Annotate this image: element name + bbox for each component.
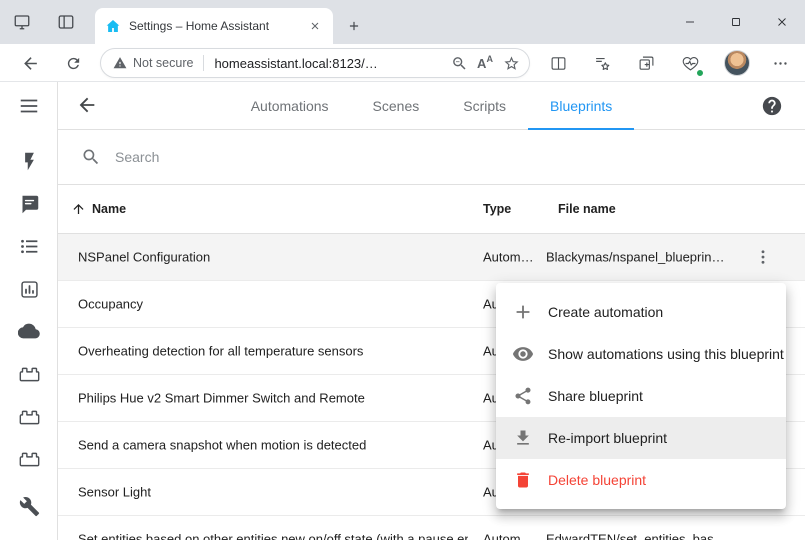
window-controls [667,0,805,44]
close-button[interactable] [759,0,805,44]
tab-title: Settings – Home Assistant [129,19,299,33]
menu-item-reimport-blueprint[interactable]: Re-import blueprint [496,417,786,459]
menu-item-label: Create automation [548,304,663,320]
table-row-nspanel[interactable]: NSPanel Configuration Autom… Blackymas/n… [58,234,805,281]
row-type: Autom… [483,250,534,265]
refresh-icon[interactable] [59,49,87,77]
plus-icon [512,301,534,323]
cloud-icon[interactable] [17,319,41,343]
energy-icon[interactable] [17,149,41,173]
tab-label: Blueprints [550,98,612,114]
maximize-button[interactable] [713,0,759,44]
row-name: Sensor Light [78,485,151,500]
menu-item-share-blueprint[interactable]: Share blueprint [496,375,786,417]
row-overflow-menu-icon[interactable] [751,245,775,269]
text-size-small-glyph: A [486,55,493,64]
sort-ascending-icon[interactable] [71,202,86,217]
back-icon[interactable] [16,49,44,77]
column-header-file[interactable]: File name [558,202,616,216]
back-arrow-icon[interactable] [76,94,100,118]
row-file: Blackymas/nspanel_blueprin… [546,250,724,265]
security-label[interactable]: Not secure [133,56,193,70]
row-name: Send a camera snapshot when motion is de… [78,438,366,453]
settings-menu-icon[interactable] [766,49,794,77]
ha-sidebar [0,82,58,540]
workspaces-icon[interactable] [12,12,32,32]
trash-icon [512,469,534,491]
text-size-icon[interactable]: AA [473,51,497,75]
row-type: Autom… [483,532,534,540]
blueprint-context-menu: Create automation Show automations using… [496,283,786,509]
browser-tab[interactable]: Settings – Home Assistant [95,8,333,44]
menu-item-create-automation[interactable]: Create automation [496,291,786,333]
tab-close-icon[interactable] [307,18,323,34]
minimize-button[interactable] [667,0,713,44]
row-name: Set entities based on other entities new… [78,532,468,540]
new-tab-button[interactable] [342,14,366,38]
text-size-large-glyph: A [477,57,486,70]
download-icon [512,427,534,449]
menu-item-label: Share blueprint [548,388,643,404]
search-input[interactable] [115,149,515,165]
browser-window: Settings – Home Assistant [0,0,805,540]
tab-scripts[interactable]: Scripts [441,82,528,130]
tab-scenes[interactable]: Scenes [351,82,442,130]
favorite-star-icon[interactable] [499,51,523,75]
menu-icon[interactable] [17,94,41,118]
menu-item-delete-blueprint[interactable]: Delete blueprint [496,459,786,501]
menu-item-label: Show automations using this blueprint [548,346,784,362]
column-header-name[interactable]: Name [92,202,126,216]
address-separator [203,55,204,71]
tab-blueprints[interactable]: Blueprints [528,82,634,130]
row-name: Philips Hue v2 Smart Dimmer Switch and R… [78,391,365,406]
collections-icon[interactable] [632,49,660,77]
browser-essentials-icon[interactable] [676,49,704,77]
tab-label: Scenes [373,98,420,114]
home-assistant-favicon [105,18,121,34]
address-bar[interactable]: Not secure homeassistant.local:8123/… AA [100,48,530,78]
favorites-icon[interactable] [588,49,616,77]
help-icon[interactable] [761,95,783,117]
brick-icon-2[interactable] [17,405,41,429]
tools-wrench-icon[interactable] [17,494,41,518]
row-name: Occupancy [78,297,143,312]
table-header: Name Type File name [58,185,805,234]
tab-label: Automations [251,98,329,114]
vertical-tabs-icon[interactable] [56,12,76,32]
table-row-set-entities[interactable]: Set entities based on other entities new… [58,516,805,540]
row-name: Overheating detection for all temperatur… [78,344,363,359]
essentials-status-dot [695,68,705,78]
todo-list-icon[interactable] [17,234,41,258]
brick-icon-3[interactable] [17,447,41,471]
brick-icon-1[interactable] [17,362,41,386]
column-header-type[interactable]: Type [483,202,511,216]
row-file: EdwardTEN/set_entities_bas… [546,532,727,540]
zoom-out-icon[interactable] [447,51,471,75]
assist-icon[interactable] [17,192,41,216]
tab-automations[interactable]: Automations [229,82,351,130]
profile-avatar[interactable] [724,50,750,76]
url-text[interactable]: homeassistant.local:8123/… [214,56,445,71]
menu-item-label: Re-import blueprint [548,430,667,446]
nav-tabs: Automations Scenes Scripts Blueprints [118,82,745,130]
tab-label: Scripts [463,98,506,114]
search-icon [81,147,101,167]
row-name: NSPanel Configuration [78,250,210,265]
search-bar [58,130,805,185]
history-chart-icon[interactable] [17,277,41,301]
ha-header: Automations Scenes Scripts Blueprints [58,82,805,130]
not-secure-icon [113,56,127,70]
menu-item-label: Delete blueprint [548,472,646,488]
share-icon [512,385,534,407]
split-screen-icon[interactable] [544,49,572,77]
browser-titlebar: Settings – Home Assistant [0,0,805,44]
menu-item-show-automations[interactable]: Show automations using this blueprint [496,333,786,375]
eye-icon [512,343,534,365]
